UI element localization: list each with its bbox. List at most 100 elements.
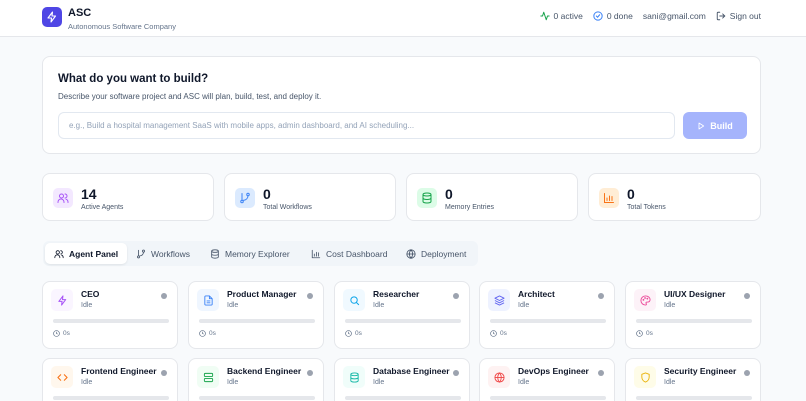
agent-status: Idle [373, 379, 385, 386]
agent-card-ui-ux-designer[interactable]: UI/UX Designer Idle 0s [625, 281, 761, 349]
stat-card-active-agents: 14 Active Agents [42, 173, 214, 221]
progress-bar [490, 319, 606, 323]
clock-icon [636, 330, 643, 337]
app-title: ASC [68, 7, 92, 19]
git-branch-icon [137, 249, 145, 258]
project-prompt-input[interactable] [58, 112, 675, 139]
agent-status: Idle [518, 302, 530, 309]
status-dot [453, 293, 459, 299]
done-count: 0 done [593, 11, 633, 21]
progress-bar [636, 319, 752, 323]
stat-value: 0 [627, 186, 635, 202]
sign-out-label: Sign out [729, 11, 761, 21]
agent-elapsed: 0s [490, 330, 507, 337]
main-tabs: Agent Panel Workflows Memory Explorer Co… [43, 241, 478, 266]
tab-deployment[interactable]: Deployment [397, 243, 475, 264]
shield-icon [640, 371, 650, 383]
tab-label: Agent Panel [69, 248, 119, 259]
agent-status: Idle [227, 302, 239, 309]
stat-label: Memory Entries [445, 204, 495, 211]
agent-name: Frontend Engineer [81, 366, 157, 376]
agent-name: Architect [518, 289, 555, 299]
tab-label: Cost Dashboard [326, 248, 388, 259]
agent-name: Database Engineer [373, 366, 450, 376]
tab-label: Deployment [421, 248, 467, 259]
stat-card-total-workflows: 0 Total Workflows [224, 173, 396, 221]
agent-icon-box [488, 289, 510, 311]
agent-status: Idle [664, 379, 676, 386]
agent-status: Idle [227, 379, 239, 386]
sign-out-button[interactable]: Sign out [716, 11, 761, 21]
stat-value: 0 [263, 186, 271, 202]
progress-bar [345, 396, 461, 400]
tab-agent-panel[interactable]: Agent Panel [45, 243, 128, 264]
progress-bar [490, 396, 606, 400]
header-status: 0 active 0 done sani@gmail.com Sign out [539, 11, 761, 21]
build-button-label: Build [710, 120, 733, 131]
agent-time: 0s [63, 330, 70, 337]
status-dot [744, 370, 750, 376]
layers-icon [493, 294, 505, 306]
agent-icon-box [634, 366, 656, 388]
file-icon [203, 294, 213, 306]
build-description: Describe your software project and ASC w… [58, 92, 322, 101]
stat-card-total-tokens: 0 Total Tokens [588, 173, 761, 221]
activity-icon [539, 11, 550, 21]
agent-name: Backend Engineer [227, 366, 302, 376]
clock-icon [490, 330, 497, 337]
status-dot [598, 370, 604, 376]
top-header: ASC Autonomous Software Company 0 active… [0, 0, 806, 37]
agent-name: Researcher [373, 289, 420, 299]
active-count: 0 active [539, 11, 583, 21]
agent-card-frontend-engineer[interactable]: Frontend Engineer Idle [42, 358, 178, 401]
agent-card-security-engineer[interactable]: Security Engineer Idle [625, 358, 761, 401]
logo [42, 7, 62, 27]
agent-status: Idle [518, 379, 530, 386]
status-dot [453, 370, 459, 376]
agent-name: UI/UX Designer [664, 289, 726, 299]
agent-icon-box [51, 289, 73, 311]
globe-icon [493, 371, 505, 383]
agent-name: Product Manager [227, 289, 297, 299]
agent-card-product-manager[interactable]: Product Manager Idle 0s [188, 281, 324, 349]
check-circle-icon [593, 11, 603, 21]
clock-icon [53, 330, 60, 337]
build-title: What do you want to build? [58, 73, 209, 85]
tab-cost-dashboard[interactable]: Cost Dashboard [302, 243, 396, 264]
agent-card-architect[interactable]: Architect Idle 0s [479, 281, 615, 349]
stat-label: Total Tokens [627, 204, 666, 211]
agent-card-ceo[interactable]: CEO Idle 0s [42, 281, 178, 349]
agent-card-backend-engineer[interactable]: Backend Engineer Idle [188, 358, 324, 401]
database-icon [211, 248, 219, 259]
clock-icon [199, 330, 206, 337]
palette-icon [640, 294, 651, 306]
database-icon [422, 192, 432, 204]
agent-icon-box [197, 289, 219, 311]
agent-status: Idle [373, 302, 385, 309]
users-icon [54, 249, 64, 258]
agent-icon-box [343, 366, 365, 388]
tab-memory-explorer[interactable]: Memory Explorer [201, 243, 299, 264]
agent-time: 0s [646, 330, 653, 337]
status-dot [744, 293, 750, 299]
stat-icon-box [417, 188, 437, 208]
tab-workflows[interactable]: Workflows [127, 243, 199, 264]
done-count-text: 0 done [606, 11, 633, 21]
agent-name: Security Engineer [664, 366, 737, 376]
play-icon [698, 122, 705, 129]
agent-card-researcher[interactable]: Researcher Idle 0s [334, 281, 470, 349]
agent-elapsed: 0s [53, 330, 70, 337]
progress-bar [53, 319, 169, 323]
agent-elapsed: 0s [345, 330, 362, 337]
server-icon [203, 372, 213, 382]
progress-bar [199, 319, 315, 323]
database-icon [349, 371, 359, 383]
git-branch-icon [240, 192, 250, 204]
stat-value: 14 [81, 186, 97, 202]
agent-card-devops-engineer[interactable]: DevOps Engineer Idle [479, 358, 615, 401]
stat-card-memory-entries: 0 Memory Entries [406, 173, 578, 221]
build-button[interactable]: Build [683, 112, 747, 139]
clock-icon [345, 330, 352, 337]
agent-icon-box [488, 366, 510, 388]
agent-card-database-engineer[interactable]: Database Engineer Idle [334, 358, 470, 401]
